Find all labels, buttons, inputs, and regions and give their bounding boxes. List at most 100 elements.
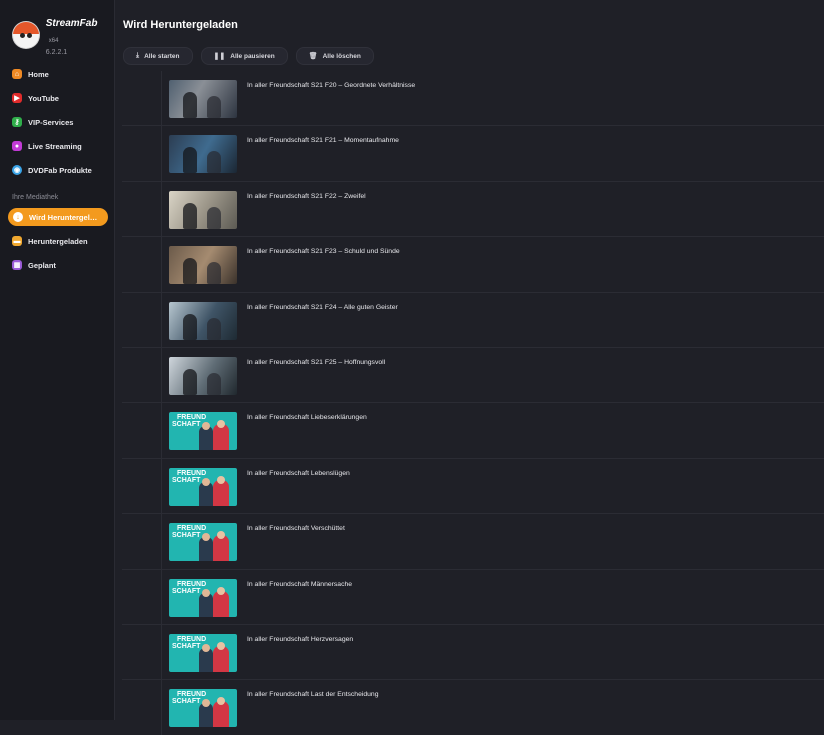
poster-title-line1: FREUND: [177, 691, 207, 699]
episode-title: In aller Freundschaft S21 F21 – Momentau…: [247, 137, 399, 145]
sidebar-item-downloading[interactable]: ↓ Wird Heruntergela…: [8, 208, 108, 226]
sidebar-item-home[interactable]: ⌂ Home: [0, 62, 115, 86]
sidebar-item-live-streaming[interactable]: ● Live Streaming: [0, 134, 115, 158]
sidebar-item-label: VIP-Services: [28, 117, 74, 127]
episode-thumbnail: [169, 246, 237, 285]
library-section-label: Ihre Mediathek: [12, 194, 59, 201]
sidebar-item-label: Wird Heruntergela…: [29, 212, 101, 222]
list-item[interactable]: FREUND SCHAFT In aller Freundschaft Männ…: [122, 569, 824, 625]
row-checkbox-area[interactable]: [122, 237, 162, 292]
poster-thumbnail: FREUND SCHAFT: [169, 689, 237, 728]
list-item[interactable]: FREUND SCHAFT In aller Freundschaft Lebe…: [122, 458, 824, 515]
list-item[interactable]: FREUND SCHAFT In aller Freundschaft Lieb…: [122, 403, 824, 459]
start-all-button[interactable]: ⤓ Alle starten: [123, 47, 193, 65]
youtube-icon: ▶: [12, 93, 22, 103]
list-item[interactable]: In aller Freundschaft S21 F23 – Schuld u…: [122, 237, 824, 293]
row-checkbox-area[interactable]: [122, 514, 162, 569]
toolbar: ⤓ Alle starten ❚❚ Alle pausieren 🗑 Alle …: [123, 47, 374, 65]
brand: StreamFab x64 6.2.2.1: [12, 14, 114, 56]
episode-title: In aller Freundschaft Last der Entscheid…: [247, 691, 379, 699]
poster-title-line1: FREUND: [177, 580, 207, 588]
poster-thumbnail: FREUND SCHAFT: [169, 578, 237, 617]
delete-all-label: Alle löschen: [322, 52, 361, 60]
key-icon: ⚷: [12, 117, 22, 127]
list-item[interactable]: In aller Freundschaft S21 F21 – Momentau…: [122, 126, 824, 182]
row-checkbox-area[interactable]: [122, 71, 162, 126]
app-name: StreamFab: [45, 18, 98, 29]
list-item[interactable]: In aller Freundschaft S21 F25 – Hoffnung…: [122, 347, 824, 404]
app-window: StreamFab x64 6.2.2.1 ⌂ Home ▶ YouTube ⚷…: [0, 0, 824, 735]
live-icon: ●: [12, 141, 22, 151]
sidebar-item-label: Home: [28, 69, 49, 79]
poster-title-line2: SCHAFT: [172, 476, 201, 484]
row-checkbox-area[interactable]: [122, 126, 162, 181]
calendar-icon: ▦: [12, 260, 22, 270]
poster-thumbnail: FREUND SCHAFT: [169, 523, 237, 562]
row-checkbox-area[interactable]: [122, 680, 162, 735]
row-checkbox-area[interactable]: [122, 624, 162, 680]
episode-title: In aller Freundschaft S21 F25 – Hoffnung…: [247, 358, 386, 366]
episode-title: In aller Freundschaft Verschüttet: [247, 525, 345, 533]
row-checkbox-area[interactable]: [122, 292, 162, 347]
list-item[interactable]: In aller Freundschaft S21 F24 – Alle gut…: [122, 292, 824, 348]
episode-title: In aller Freundschaft Herzversagen: [247, 635, 354, 643]
sidebar-item-label: Heruntergeladen: [28, 236, 88, 246]
pause-all-button[interactable]: ❚❚ Alle pausieren: [200, 47, 288, 65]
episode-title: In aller Freundschaft S21 F24 – Alle gut…: [247, 303, 398, 311]
episode-thumbnail: [169, 135, 237, 174]
sidebar-item-dvdfab-produkte[interactable]: ◉ DVDFab Produkte: [0, 158, 115, 182]
dvdfab-icon: ◉: [12, 165, 22, 175]
list-item[interactable]: FREUND SCHAFT In aller Freundschaft Last…: [122, 680, 824, 735]
poster-thumbnail: FREUND SCHAFT: [169, 412, 237, 451]
home-icon: ⌂: [12, 69, 22, 79]
episode-title: In aller Freundschaft Männersache: [247, 580, 353, 588]
list-item[interactable]: In aller Freundschaft S21 F22 – Zweifel: [122, 181, 824, 238]
episode-title: In aller Freundschaft S21 F22 – Zweifel: [247, 192, 366, 200]
trash-icon: 🗑: [308, 53, 318, 60]
poster-thumbnail: FREUND SCHAFT: [169, 633, 237, 672]
list-item[interactable]: FREUND SCHAFT In aller Freundschaft Herz…: [122, 624, 824, 681]
poster-title-line2: SCHAFT: [172, 532, 201, 540]
app-version: 6.2.2.1: [45, 49, 68, 56]
row-checkbox-area[interactable]: [122, 403, 162, 458]
sidebar-nav: ⌂ Home ▶ YouTube ⚷ VIP-Services ● Live S…: [0, 62, 115, 277]
streamfab-logo-icon: [12, 21, 40, 49]
episode-title: In aller Freundschaft Liebeserklärungen: [247, 414, 367, 422]
poster-thumbnail: FREUND SCHAFT: [169, 467, 237, 506]
row-checkbox-area[interactable]: [122, 181, 162, 237]
poster-title-line1: FREUND: [177, 635, 207, 643]
list-item[interactable]: In aller Freundschaft S21 F20 – Geordnet…: [122, 71, 824, 127]
episode-thumbnail: [169, 356, 237, 395]
poster-title-line2: SCHAFT: [172, 698, 201, 706]
episode-thumbnail: [169, 190, 237, 229]
row-checkbox-area[interactable]: [122, 458, 162, 514]
start-all-label: Alle starten: [144, 52, 180, 60]
folder-icon: ▬: [12, 236, 22, 246]
app-arch: x64: [48, 38, 59, 44]
pause-all-label: Alle pausieren: [230, 52, 275, 60]
episode-title: In aller Freundschaft S21 F20 – Geordnet…: [247, 82, 416, 89]
poster-title-line2: SCHAFT: [172, 421, 201, 429]
sidebar-item-downloaded[interactable]: ▬ Heruntergeladen: [0, 229, 115, 253]
row-checkbox-area[interactable]: [122, 569, 162, 624]
sidebar-item-vip-services[interactable]: ⚷ VIP-Services: [0, 110, 115, 134]
delete-all-button[interactable]: 🗑 Alle löschen: [295, 47, 374, 65]
episode-thumbnail: [169, 80, 237, 118]
pause-icon: ❚❚: [213, 53, 226, 60]
sidebar-item-scheduled[interactable]: ▦ Geplant: [0, 253, 115, 277]
main-panel: Wird Heruntergeladen ⤓ Alle starten ❚❚ A…: [116, 0, 824, 735]
sidebar-item-label: Geplant: [28, 260, 56, 270]
episode-thumbnail: [169, 301, 237, 340]
row-checkbox-area[interactable]: [122, 347, 162, 403]
download-icon: ⤓: [136, 52, 140, 59]
poster-title-line2: SCHAFT: [172, 587, 201, 595]
list-item[interactable]: FREUND SCHAFT In aller Freundschaft Vers…: [122, 514, 824, 570]
sidebar-item-label: DVDFab Produkte: [28, 165, 92, 175]
sidebar-item-label: YouTube: [28, 93, 59, 103]
sidebar-item-youtube[interactable]: ▶ YouTube: [0, 86, 115, 110]
poster-title-line2: SCHAFT: [172, 642, 201, 650]
episode-title: In aller Freundschaft S21 F23 – Schuld u…: [247, 248, 400, 256]
episode-title: In aller Freundschaft Lebenslügen: [247, 469, 350, 477]
poster-title-line1: FREUND: [177, 469, 207, 477]
download-icon: ↓: [13, 212, 23, 222]
